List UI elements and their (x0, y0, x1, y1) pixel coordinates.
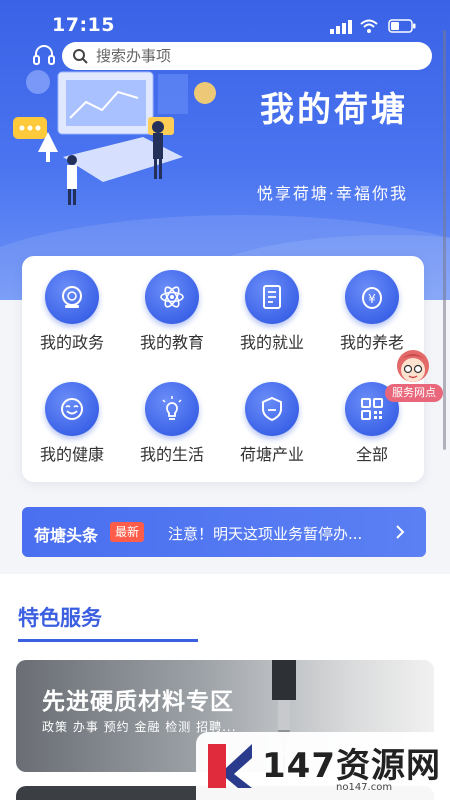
hero-slogan: 悦享荷塘·幸福你我 (256, 184, 408, 203)
service-label: 我的就业 (239, 333, 304, 352)
service-point-badge[interactable]: 服务网点 (385, 384, 443, 402)
svg-text:¥: ¥ (368, 292, 376, 306)
service-item-employment[interactable]: 我的就业 (222, 256, 322, 356)
service-item-government[interactable]: 我的政务 (22, 256, 122, 356)
government-seal-icon (62, 286, 82, 308)
headset-icon[interactable] (32, 43, 56, 67)
search-bar[interactable] (62, 42, 432, 70)
service-label: 我的教育 (139, 333, 204, 352)
smile-health-icon (61, 398, 83, 420)
service-item-pension[interactable]: ¥ 我的养老 (322, 256, 422, 356)
scrollbar[interactable] (443, 30, 446, 450)
service-label: 我的健康 (39, 445, 104, 464)
page-title: 我的荷塘 (260, 90, 408, 130)
battery-icon (388, 19, 416, 33)
section-underline (18, 639, 198, 642)
watermark: 147资源网 no147.com (196, 732, 450, 800)
status-bar: 17:15 (0, 0, 450, 40)
watermark-text: 147资源网 (262, 746, 441, 786)
feature-card-title: 先进硬质材料专区 (42, 688, 234, 715)
watermark-url: no147.com (336, 782, 393, 793)
wifi-icon (360, 19, 378, 33)
service-label: 荷塘产业 (239, 445, 304, 464)
hero-banner: 17:15 我的荷塘 悦享荷塘·幸福你我 (0, 0, 450, 300)
service-item-health[interactable]: 我的健康 (22, 368, 122, 468)
document-icon (263, 285, 281, 309)
signal-icon (330, 20, 352, 34)
service-item-education[interactable]: 我的教育 (122, 256, 222, 356)
atom-icon (160, 286, 184, 308)
chevron-right-icon[interactable] (394, 524, 406, 540)
shield-icon (262, 396, 282, 422)
service-label: 全部 (355, 445, 388, 464)
service-item-industry[interactable]: 荷塘产业 (222, 368, 322, 468)
yuan-coin-icon: ¥ (362, 287, 382, 309)
grid-apps-icon (361, 398, 383, 420)
lightbulb-icon (162, 396, 182, 420)
service-grid: 我的政务 我的教育 我的就业 ¥ 我的养老 我的健康 我的生活 荷塘产业 全部 (22, 256, 424, 482)
service-label: 我的生活 (139, 445, 204, 464)
news-headline[interactable]: 注意！明天这项业务暂停办... (168, 523, 388, 544)
service-item-life[interactable]: 我的生活 (122, 368, 222, 468)
search-input[interactable] (96, 47, 396, 65)
status-time: 17:15 (52, 14, 115, 36)
new-badge: 最新 (110, 522, 145, 542)
search-icon (73, 49, 88, 64)
news-title: 荷塘头条 (34, 526, 99, 545)
service-label: 我的政务 (39, 333, 104, 352)
news-ticker[interactable]: 荷塘头条 最新 注意！明天这项业务暂停办... (22, 507, 426, 557)
section-title: 特色服务 (18, 606, 102, 630)
hero-illustration (13, 70, 216, 205)
watermark-logo-icon (208, 744, 252, 788)
